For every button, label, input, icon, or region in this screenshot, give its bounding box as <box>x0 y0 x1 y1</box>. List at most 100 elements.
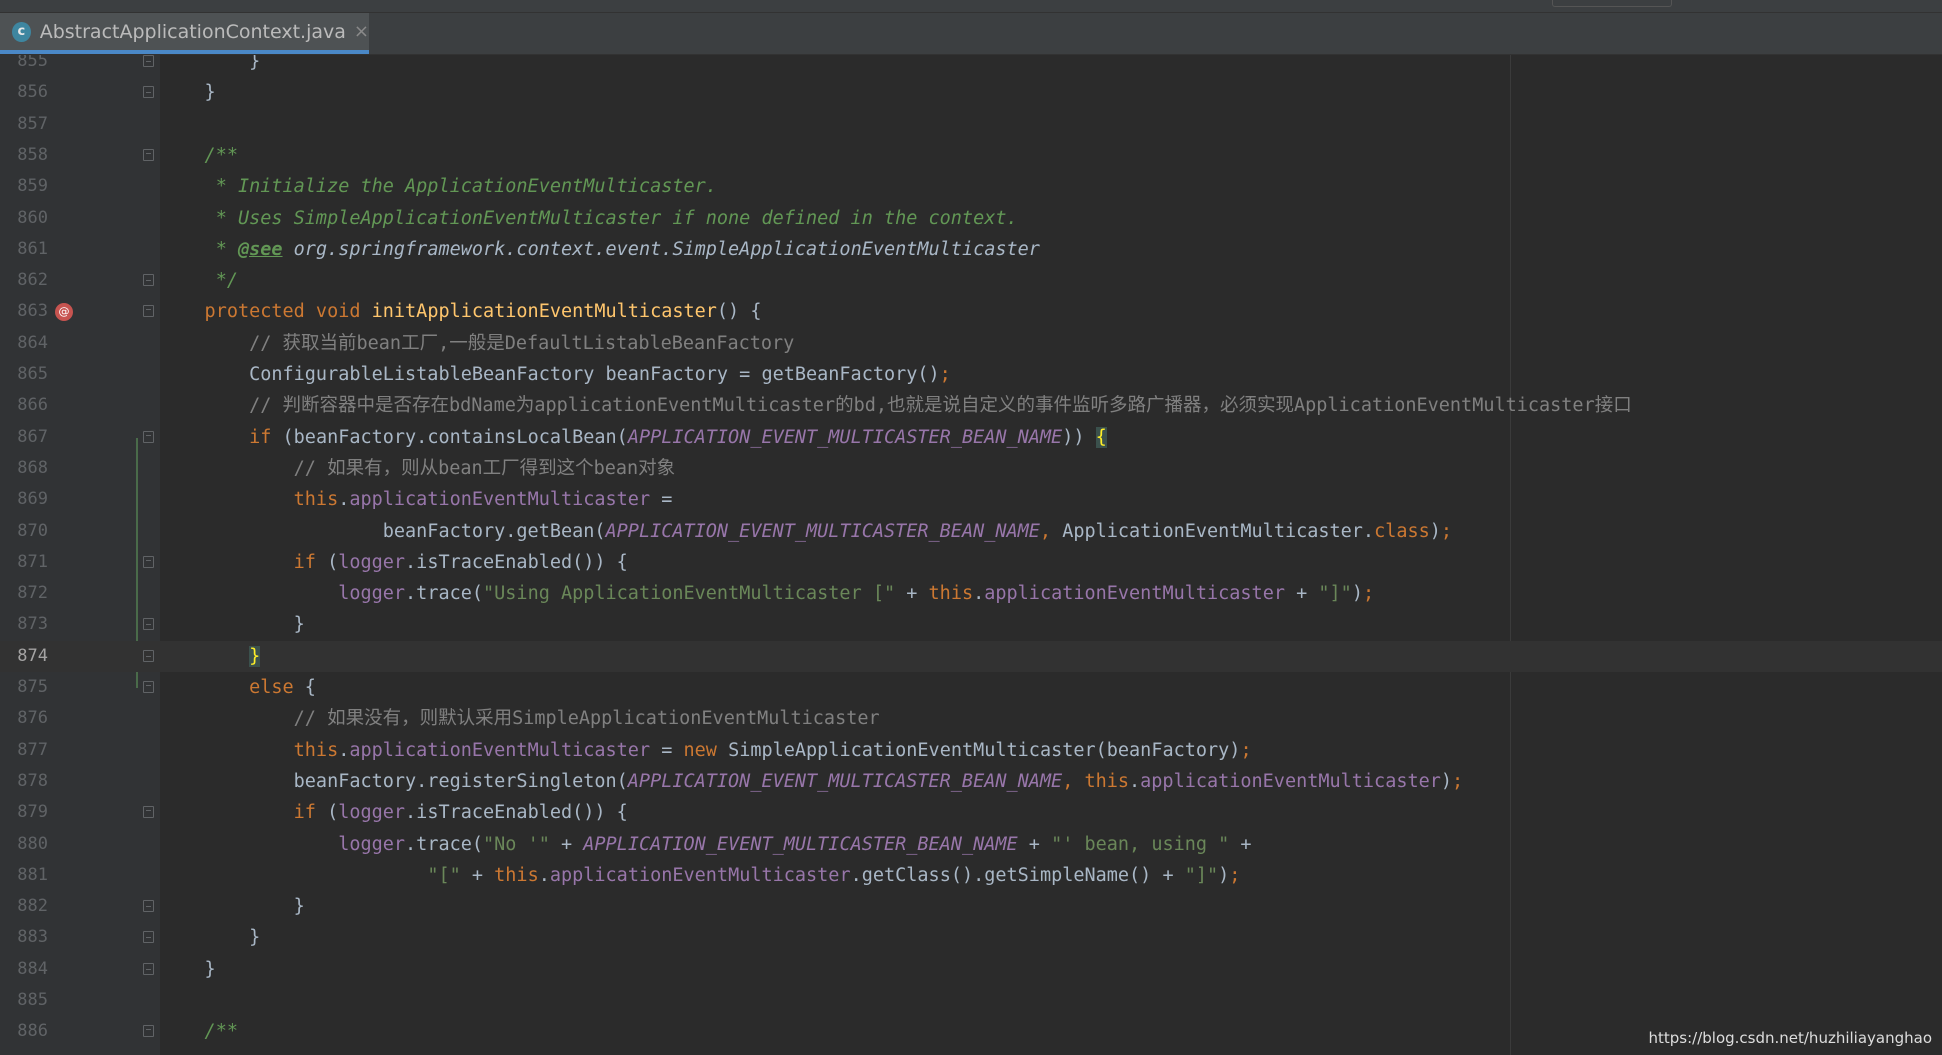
code-text[interactable]: } <box>160 891 305 922</box>
code-line[interactable]: 880 logger.trace("No '" + APPLICATION_EV… <box>0 829 1942 860</box>
override-marker-icon[interactable]: @ <box>55 303 73 322</box>
code-text[interactable]: // 如果有，则从bean工厂得到这个bean对象 <box>160 453 676 484</box>
line-number[interactable]: 868 <box>0 453 48 484</box>
line-number[interactable]: 866 <box>0 390 48 421</box>
code-text[interactable]: } <box>160 609 305 640</box>
code-text[interactable]: logger.trace("Using ApplicationEventMult… <box>160 578 1374 609</box>
code-line[interactable]: 868 // 如果有，则从bean工厂得到这个bean对象 <box>0 453 1942 484</box>
code-text[interactable]: this.applicationEventMulticaster = <box>160 484 673 515</box>
line-number[interactable]: 881 <box>0 860 48 891</box>
fold-collapse-icon[interactable] <box>143 1025 154 1038</box>
code-line[interactable]: 865 ConfigurableListableBeanFactory bean… <box>0 359 1942 390</box>
code-text[interactable]: /** <box>160 1016 238 1047</box>
code-text[interactable]: * Uses SimpleApplicationEventMulticaster… <box>160 203 1018 234</box>
code-text[interactable]: * Initialize the ApplicationEventMultica… <box>160 171 717 202</box>
line-number[interactable]: 872 <box>0 578 48 609</box>
line-number[interactable]: 856 <box>0 77 48 108</box>
code-line[interactable]: 857 <box>0 109 1942 140</box>
code-text[interactable]: ConfigurableListableBeanFactory beanFact… <box>160 359 951 390</box>
code-text[interactable]: beanFactory.getBean(APPLICATION_EVENT_MU… <box>160 516 1452 547</box>
code-line[interactable]: 858 /** <box>0 140 1942 171</box>
code-line[interactable]: 884 } <box>0 954 1942 985</box>
fold-collapse-icon[interactable] <box>143 806 154 819</box>
line-number[interactable]: 877 <box>0 735 48 766</box>
code-line[interactable]: 863 @ protected void initApplicationEvent… <box>0 296 1942 327</box>
line-number[interactable]: 876 <box>0 703 48 734</box>
code-text[interactable]: else { <box>160 672 316 703</box>
code-text[interactable]: "[" + this.applicationEventMulticaster.g… <box>160 860 1240 891</box>
code-line[interactable]: 869 this.applicationEventMulticaster = <box>0 484 1942 515</box>
line-number[interactable]: 858 <box>0 140 48 171</box>
code-line[interactable]: 861 * @see org.springframework.context.e… <box>0 234 1942 265</box>
toolbar-run-config[interactable] <box>1552 0 1672 7</box>
code-line[interactable]: 883 } <box>0 922 1942 953</box>
line-number[interactable]: 885 <box>0 985 48 1016</box>
line-number[interactable]: 859 <box>0 171 48 202</box>
code-line[interactable]: 882 } <box>0 891 1942 922</box>
fold-collapse-icon[interactable] <box>143 681 154 693</box>
line-number[interactable]: 865 <box>0 359 48 390</box>
code-line[interactable]: 867 if (beanFactory.containsLocalBean(AP… <box>0 422 1942 453</box>
code-text[interactable]: if (logger.isTraceEnabled()) { <box>160 547 628 578</box>
code-text[interactable]: // 获取当前bean工厂,一般是DefaultListableBeanFact… <box>160 328 794 359</box>
line-number[interactable]: 860 <box>0 203 48 234</box>
line-number[interactable]: 879 <box>0 797 48 828</box>
line-number[interactable]: 883 <box>0 922 48 953</box>
code-text[interactable]: */ <box>160 265 238 296</box>
code-text[interactable]: this.applicationEventMulticaster = new S… <box>160 735 1252 766</box>
fold-end-icon[interactable] <box>143 900 154 913</box>
code-text[interactable]: if (logger.isTraceEnabled()) { <box>160 797 628 828</box>
fold-collapse-icon[interactable] <box>143 555 154 568</box>
line-number[interactable]: 861 <box>0 234 48 265</box>
line-number[interactable]: 855 <box>0 55 48 77</box>
fold-end-icon[interactable] <box>143 962 154 975</box>
code-line[interactable]: 878 beanFactory.registerSingleton(APPLIC… <box>0 766 1942 797</box>
code-line[interactable]: 872 logger.trace("Using ApplicationEvent… <box>0 578 1942 609</box>
fold-end-icon[interactable] <box>143 55 154 67</box>
fold-end-icon[interactable] <box>143 931 154 944</box>
code-line[interactable]: 870 beanFactory.getBean(APPLICATION_EVEN… <box>0 516 1942 547</box>
line-number[interactable]: 874 <box>0 641 48 672</box>
line-number[interactable]: 880 <box>0 829 48 860</box>
code-editor[interactable]: 855 } 856 } 857 858 /** 859 * Initialize the… <box>0 55 1942 1055</box>
code-line[interactable]: 866 // 判断容器中是否存在bdName为applicationEventM… <box>0 390 1942 421</box>
code-text[interactable]: * @see org.springframework.context.event… <box>160 234 1040 265</box>
code-line[interactable]: 856 } <box>0 77 1942 108</box>
code-line[interactable]: 862 */ <box>0 265 1942 296</box>
line-number[interactable]: 882 <box>0 891 48 922</box>
fold-collapse-icon[interactable] <box>143 305 154 318</box>
line-number[interactable]: 886 <box>0 1016 48 1047</box>
close-icon[interactable]: × <box>354 21 369 42</box>
line-number[interactable]: 864 <box>0 328 48 359</box>
line-number[interactable]: 870 <box>0 516 48 547</box>
fold-collapse-icon[interactable] <box>143 430 154 443</box>
code-text[interactable]: logger.trace("No '" + APPLICATION_EVENT_… <box>160 829 1251 860</box>
code-text[interactable]: beanFactory.registerSingleton(APPLICATIO… <box>160 766 1464 797</box>
code-line[interactable]: 859 * Initialize the ApplicationEventMul… <box>0 171 1942 202</box>
fold-end-icon[interactable] <box>143 649 154 662</box>
line-number[interactable]: 878 <box>0 766 48 797</box>
code-text[interactable]: protected void initApplicationEventMulti… <box>160 296 762 327</box>
code-text[interactable]: if (beanFactory.containsLocalBean(APPLIC… <box>160 422 1107 453</box>
code-line[interactable]: 881 "[" + this.applicationEventMulticast… <box>0 860 1942 891</box>
code-text[interactable]: } <box>160 922 260 953</box>
code-text[interactable]: // 判断容器中是否存在bdName为applicationEventMulti… <box>160 390 1632 421</box>
fold-collapse-icon[interactable] <box>143 148 154 161</box>
code-line[interactable]: 885 <box>0 985 1942 1016</box>
line-number[interactable]: 862 <box>0 265 48 296</box>
line-number[interactable]: 873 <box>0 609 48 640</box>
code-text[interactable]: /** <box>160 140 238 171</box>
code-line[interactable]: 873 } <box>0 609 1942 640</box>
code-line[interactable]: 876 // 如果没有，则默认采用SimpleApplicationEventM… <box>0 703 1942 734</box>
code-text[interactable]: } <box>160 55 260 77</box>
line-number[interactable]: 869 <box>0 484 48 515</box>
code-line[interactable]: 875 else { <box>0 672 1942 703</box>
fold-end-icon[interactable] <box>143 274 154 287</box>
line-number[interactable]: 875 <box>0 672 48 703</box>
line-number[interactable]: 857 <box>0 109 48 140</box>
fold-end-icon[interactable] <box>143 86 154 99</box>
code-line[interactable]: 855 } <box>0 55 1942 77</box>
code-line[interactable]: 860 * Uses SimpleApplicationEventMultica… <box>0 203 1942 234</box>
code-text[interactable]: } <box>160 641 261 672</box>
line-number[interactable]: 863 <box>0 296 48 327</box>
